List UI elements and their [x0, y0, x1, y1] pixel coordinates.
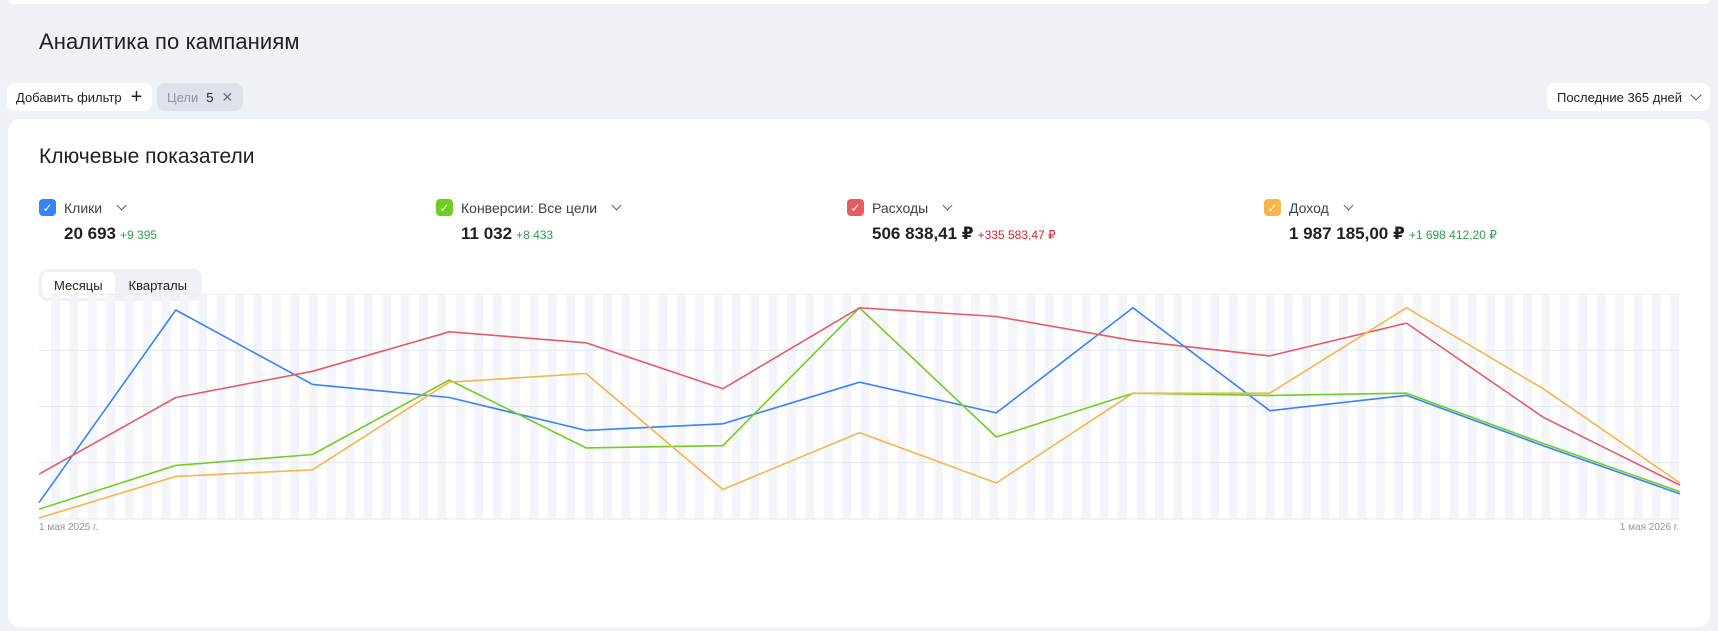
metric-conversions-toggle[interactable]: ✓ Конверсии: Все цели: [436, 199, 622, 216]
metric-expenses-delta: +335 583,47 ₽: [977, 228, 1056, 242]
metric-income-toggle[interactable]: ✓ Доход: [1264, 199, 1497, 216]
metric-conversions: ✓ Конверсии: Все цели 11 032 +8 433: [436, 199, 622, 244]
metric-income: ✓ Доход 1 987 185,00 ₽ +1 698 412,20 ₽: [1264, 199, 1497, 244]
metric-expenses-toggle[interactable]: ✓ Расходы: [847, 199, 1056, 216]
plus-icon: +: [130, 86, 143, 108]
top-card: [8, 0, 1710, 4]
goals-chip-count: 5: [206, 89, 214, 105]
chevron-down-icon[interactable]: [116, 200, 127, 211]
checkbox-checked-icon[interactable]: ✓: [436, 199, 453, 216]
metric-income-label: Доход: [1289, 199, 1329, 216]
metric-clicks: ✓ Клики 20 693 +9 395: [39, 199, 157, 244]
metric-clicks-value: 20 693: [64, 224, 116, 243]
line-chart: 1 мая 2025 г. 1 мая 2026 г.: [38, 294, 1681, 533]
chevron-down-icon[interactable]: [1343, 200, 1354, 211]
metric-expenses-label: Расходы: [872, 199, 929, 216]
period-label: Последние 365 дней: [1556, 89, 1682, 105]
page-title: Аналитика по кампаниям: [39, 29, 300, 54]
period-select[interactable]: Последние 365 дней: [1546, 83, 1710, 111]
metric-clicks-delta: +9 395: [120, 228, 158, 242]
checkbox-checked-icon[interactable]: ✓: [1264, 199, 1281, 216]
add-filter-label: Добавить фильтр: [16, 89, 122, 105]
add-filter-button[interactable]: Добавить фильтр +: [7, 83, 153, 111]
goals-filter-chip[interactable]: Цели 5 ✕: [157, 83, 244, 111]
metric-expenses: ✓ Расходы 506 838,41 ₽ +335 583,47 ₽: [847, 199, 1056, 244]
metric-conversions-delta: +8 433: [516, 228, 554, 242]
x-axis-start-label: 1 мая 2025 г.: [39, 522, 98, 533]
checkbox-checked-icon[interactable]: ✓: [39, 199, 56, 216]
x-axis-end-label: 1 мая 2026 г.: [1620, 522, 1679, 533]
metric-clicks-toggle[interactable]: ✓ Клики: [39, 199, 157, 216]
card-title: Ключевые показатели: [39, 145, 255, 168]
metric-expenses-value: 506 838,41 ₽: [872, 224, 974, 243]
goals-chip-label: Цели: [167, 89, 199, 105]
metric-clicks-label: Клики: [64, 199, 103, 216]
metric-conversions-value: 11 032: [461, 224, 513, 243]
metric-income-value: 1 987 185,00 ₽: [1289, 224, 1405, 243]
checkbox-checked-icon[interactable]: ✓: [847, 199, 864, 216]
metric-income-delta: +1 698 412,20 ₽: [1408, 228, 1497, 242]
chevron-down-icon[interactable]: [611, 200, 622, 211]
key-metrics-card: Ключевые показатели ✓ Клики 20 693 +9 39…: [8, 119, 1710, 627]
chevron-down-icon[interactable]: [942, 200, 953, 211]
close-icon[interactable]: ✕: [222, 89, 234, 106]
metric-conversions-label: Конверсии: Все цели: [461, 199, 598, 216]
chevron-down-icon: [1690, 89, 1702, 101]
